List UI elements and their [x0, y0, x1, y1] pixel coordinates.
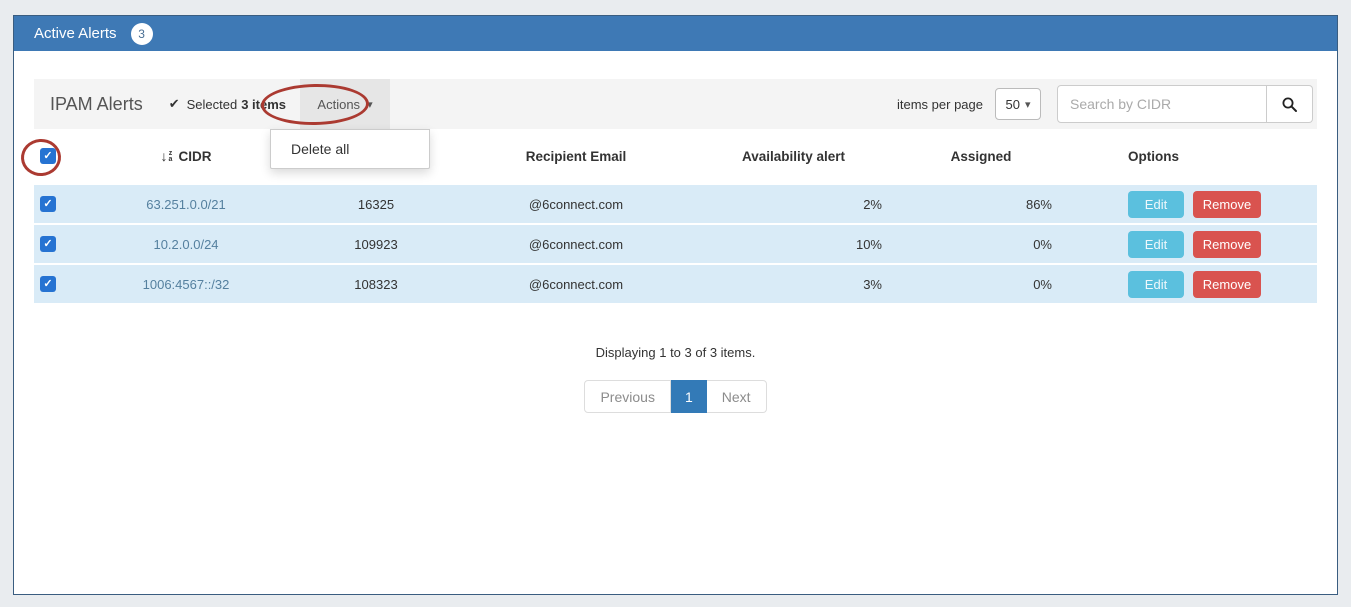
- cidr-link[interactable]: 10.2.0.0/24: [153, 237, 218, 252]
- selected-count: 3 items: [241, 97, 286, 112]
- check-tick-icon: ✓: [43, 199, 52, 210]
- toolbar: IPAM Alerts ✔ Selected3 items Actions ▾ …: [34, 79, 1317, 129]
- pagination-page-1[interactable]: 1: [671, 380, 707, 413]
- active-alerts-panel: Active Alerts 3 IPAM Alerts ✔ Selected3 …: [13, 15, 1338, 595]
- assigned-value: 0%: [896, 237, 1066, 252]
- caret-down-icon: ▾: [367, 98, 373, 111]
- table-row: ✓ 10.2.0.0/24 109923 @6connect.com 10% 0…: [34, 225, 1317, 263]
- items-per-page-label: items per page: [897, 97, 983, 112]
- edit-button[interactable]: Edit: [1128, 191, 1184, 218]
- search-input[interactable]: [1057, 85, 1267, 123]
- remove-button[interactable]: Remove: [1193, 271, 1261, 298]
- items-per-page-select[interactable]: 50 ▾: [995, 88, 1041, 120]
- caret-down-icon: ▾: [1025, 98, 1031, 111]
- alert-id: 16325: [291, 197, 461, 212]
- pagination-next[interactable]: Next: [707, 380, 767, 413]
- pagination: Previous 1 Next: [34, 380, 1317, 413]
- menu-item-delete-all[interactable]: Delete all: [271, 138, 429, 160]
- selected-label: Selected3 items: [187, 97, 286, 112]
- alert-count-badge: 3: [131, 23, 153, 45]
- assigned-value: 86%: [896, 197, 1066, 212]
- cidr-link[interactable]: 63.251.0.0/21: [146, 197, 226, 212]
- pagination-previous[interactable]: Previous: [584, 380, 670, 413]
- check-icon: ✔: [169, 96, 180, 112]
- search-group: [1057, 85, 1313, 123]
- column-header-email: Recipient Email: [461, 149, 691, 164]
- selected-summary: ✔ Selected3 items: [169, 96, 286, 112]
- check-tick-icon: ✓: [43, 151, 52, 162]
- remove-button[interactable]: Remove: [1193, 231, 1261, 258]
- recipient-email: @6connect.com: [461, 277, 691, 292]
- select-all-checkbox[interactable]: ✓: [40, 148, 56, 164]
- check-tick-icon: ✓: [43, 239, 52, 250]
- search-icon: [1281, 96, 1298, 113]
- items-per-page-value: 50: [1006, 97, 1020, 112]
- edit-button[interactable]: Edit: [1128, 271, 1184, 298]
- displaying-summary: Displaying 1 to 3 of 3 items.: [34, 345, 1317, 360]
- row-checkbox[interactable]: ✓: [40, 196, 56, 212]
- actions-dropdown-menu: Delete all: [270, 129, 430, 169]
- actions-dropdown-button[interactable]: Actions ▾: [300, 79, 390, 129]
- section-title: IPAM Alerts: [50, 94, 143, 115]
- sort-arrow: ↓: [161, 150, 168, 162]
- alerts-table: ✓ ↓ z a CIDR: [34, 129, 1317, 303]
- table-header-row: ✓ ↓ z a CIDR: [34, 129, 1317, 183]
- column-header-assigned: Assigned: [896, 149, 1066, 164]
- panel-header: Active Alerts 3: [14, 16, 1337, 51]
- cidr-link[interactable]: 1006:4567::/32: [143, 277, 230, 292]
- column-header-cidr[interactable]: CIDR: [178, 149, 211, 164]
- search-button[interactable]: [1267, 85, 1313, 123]
- sort-letters: z a: [169, 151, 173, 163]
- table-row: ✓ 63.251.0.0/21 16325 @6connect.com 2% 8…: [34, 185, 1317, 223]
- edit-button[interactable]: Edit: [1128, 231, 1184, 258]
- remove-button[interactable]: Remove: [1193, 191, 1261, 218]
- panel-body: IPAM Alerts ✔ Selected3 items Actions ▾ …: [14, 51, 1337, 594]
- assigned-value: 0%: [896, 277, 1066, 292]
- row-checkbox[interactable]: ✓: [40, 236, 56, 252]
- table-row: ✓ 1006:4567::/32 108323 @6connect.com 3%…: [34, 265, 1317, 303]
- column-header-availability: Availability alert: [691, 149, 896, 164]
- column-header-options: Options: [1066, 149, 1317, 164]
- alert-id: 108323: [291, 277, 461, 292]
- page-title: Active Alerts: [34, 25, 117, 42]
- recipient-email: @6connect.com: [461, 237, 691, 252]
- availability-value: 10%: [691, 237, 896, 252]
- check-tick-icon: ✓: [43, 279, 52, 290]
- row-checkbox[interactable]: ✓: [40, 276, 56, 292]
- actions-label: Actions: [317, 97, 360, 112]
- alert-id: 109923: [291, 237, 461, 252]
- availability-value: 2%: [691, 197, 896, 212]
- sort-alpha-desc-icon[interactable]: ↓ z a: [161, 150, 173, 163]
- recipient-email: @6connect.com: [461, 197, 691, 212]
- toolbar-right: items per page 50 ▾: [897, 85, 1313, 123]
- availability-value: 3%: [691, 277, 896, 292]
